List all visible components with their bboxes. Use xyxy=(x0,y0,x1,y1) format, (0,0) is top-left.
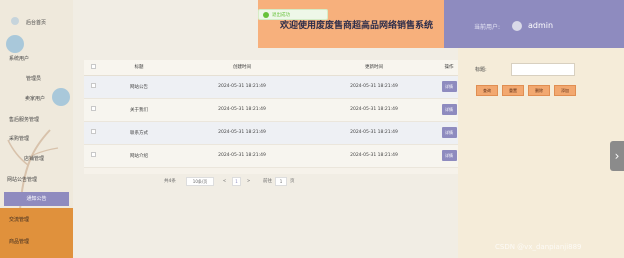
current-user-label: 当前用户: xyxy=(474,24,501,31)
page-unit-label: 页 xyxy=(290,179,295,184)
sidebar-item-exchange[interactable]: 交流管理 xyxy=(0,208,73,230)
row-checkbox[interactable] xyxy=(90,152,96,157)
select-all-checkbox[interactable] xyxy=(90,63,96,69)
sidebar-item-products[interactable]: 商品管理 xyxy=(0,230,73,258)
watermark: CSDN @vx_danpianji889 xyxy=(495,243,582,251)
add-button[interactable]: 添加 xyxy=(554,85,576,96)
cell-title: 关于我们 xyxy=(102,98,176,122)
chevron-right-icon[interactable]: › xyxy=(610,141,624,171)
reset-button[interactable]: 重置 xyxy=(502,85,524,96)
detail-button[interactable]: 详情 xyxy=(441,81,457,92)
delete-button[interactable]: 删除 xyxy=(528,85,550,96)
sidebar-item-notice-active[interactable]: 通知公告 xyxy=(4,192,69,206)
header-title-area: 欢迎使用废废售商超高品网络销售系统 xyxy=(258,0,444,48)
cell-updated: 2024-05-31 18:21:49 xyxy=(308,121,440,145)
page-size-select[interactable]: 10条/页 xyxy=(186,177,214,186)
cell-created: 2024-05-31 18:21:49 xyxy=(176,75,308,99)
current-page[interactable]: 1 xyxy=(232,177,241,186)
cloud-decoration xyxy=(52,88,70,106)
select-all-header[interactable] xyxy=(84,60,102,76)
search-title-input[interactable] xyxy=(511,63,575,76)
goto-page-input[interactable]: 1 xyxy=(275,177,287,186)
cell-created: 2024-05-31 18:21:49 xyxy=(176,98,308,122)
detail-button[interactable]: 详情 xyxy=(441,104,457,115)
cell-created: 2024-05-31 18:21:49 xyxy=(176,144,308,168)
cell-updated: 2024-05-31 18:21:49 xyxy=(308,98,440,122)
column-header-action: 操作 xyxy=(440,60,458,76)
table-row: 网站介绍 2024-05-31 18:21:49 2024-05-31 18:2… xyxy=(84,144,458,168)
column-header-updated[interactable]: 更新时间 xyxy=(308,60,440,76)
cell-updated: 2024-05-31 18:21:49 xyxy=(308,75,440,99)
row-checkbox[interactable] xyxy=(90,106,96,111)
detail-button[interactable]: 详情 xyxy=(441,150,457,161)
sidebar-home-label: 后台首页 xyxy=(26,20,47,26)
search-title-label: 标题: xyxy=(475,67,487,73)
user-name[interactable]: admin xyxy=(528,21,553,30)
table-row: 网站公告 2024-05-31 18:21:49 2024-05-31 18:2… xyxy=(84,75,458,99)
header-user-area: 当前用户: admin xyxy=(444,0,624,48)
column-header-created[interactable]: 创建时间 xyxy=(176,60,308,76)
goto-label: 前往 xyxy=(263,179,272,184)
row-checkbox[interactable] xyxy=(90,129,96,134)
sidebar-item-label: 交流管理 xyxy=(9,217,30,223)
data-table: 标题 创建时间 更新时间 操作 网站公告 2024-05-31 18:21:49… xyxy=(84,60,458,168)
header: 欢迎使用废废售商超高品网络销售系统 当前用户: admin xyxy=(258,0,624,48)
sidebar-item-store[interactable]: 店铺管理 xyxy=(24,155,44,162)
sidebar-item-after-sales[interactable]: 售后服务管理 xyxy=(9,116,39,123)
row-checkbox[interactable] xyxy=(90,83,96,88)
sidebar-item-label: 商品管理 xyxy=(9,239,30,245)
toast-text: 退出成功 xyxy=(272,13,290,18)
cloud-decoration xyxy=(6,35,24,53)
pager-total: 共4条 xyxy=(164,179,176,184)
sidebar-home[interactable]: 后台首页 xyxy=(0,14,73,30)
sidebar: 后台首页 系统用户 管理员 卖家用户 售后服务管理 采购管理 店铺管理 网站公告… xyxy=(0,0,73,258)
sidebar-item-admin[interactable]: 管理员 xyxy=(26,75,41,82)
success-toast: 退出成功 xyxy=(258,9,328,20)
search-panel xyxy=(458,48,624,258)
sidebar-item-system-users[interactable]: 系统用户 xyxy=(9,55,29,62)
sidebar-item-seller[interactable]: 卖家用户 xyxy=(25,95,45,102)
detail-button[interactable]: 详情 xyxy=(441,127,457,138)
column-header-title[interactable]: 标题 xyxy=(102,60,176,76)
next-page-button[interactable]: > xyxy=(244,177,253,186)
avatar[interactable] xyxy=(512,21,522,31)
table-panel: 标题 创建时间 更新时间 操作 网站公告 2024-05-31 18:21:49… xyxy=(84,60,458,174)
home-icon xyxy=(11,17,19,25)
table-row: 关于我们 2024-05-31 18:21:49 2024-05-31 18:2… xyxy=(84,98,458,122)
prev-page-button[interactable]: < xyxy=(220,177,229,186)
sidebar-item-announcements[interactable]: 网站公告管理 xyxy=(7,176,37,183)
cell-title: 网站公告 xyxy=(102,75,176,99)
sidebar-item-purchase[interactable]: 采购管理 xyxy=(9,135,29,142)
cell-created: 2024-05-31 18:21:49 xyxy=(176,121,308,145)
check-icon xyxy=(263,12,269,18)
table-row: 联系方式 2024-05-31 18:21:49 2024-05-31 18:2… xyxy=(84,121,458,145)
cell-title: 联系方式 xyxy=(102,121,176,145)
cell-updated: 2024-05-31 18:21:49 xyxy=(308,144,440,168)
cell-title: 网站介绍 xyxy=(102,144,176,168)
query-button[interactable]: 查询 xyxy=(476,85,498,96)
